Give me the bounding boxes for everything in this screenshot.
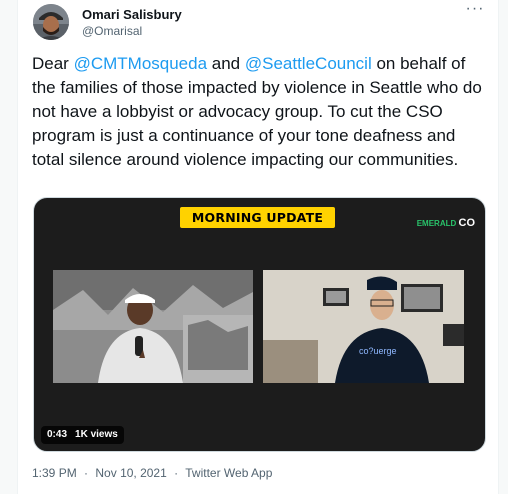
tweet-source[interactable]: Twitter Web App — [185, 466, 272, 480]
host-video-frame — [263, 270, 464, 383]
tweet-text-segment: Dear — [32, 54, 74, 73]
meta-separator: · — [84, 466, 89, 480]
author-handle[interactable]: @Omarisal — [82, 24, 142, 38]
tweet-meta: 1:39 PM · Nov 10, 2021 · Twitter Web App — [32, 466, 272, 480]
tweet-time[interactable]: 1:39 PM — [32, 466, 77, 480]
brand-logo-mark: CO — [458, 217, 476, 229]
brand-logo: EMERALD CO — [417, 217, 475, 229]
video-views: 1K views — [75, 429, 118, 440]
tweet-text-segment: and — [207, 54, 245, 73]
video-panel-guest — [53, 270, 253, 383]
mention-link[interactable]: @CMTMosqueda — [74, 54, 207, 73]
video-player[interactable]: MORNING UPDATE EMERALD CO co?uerge 0:43 … — [33, 197, 486, 452]
author-name[interactable]: Omari Salisbury — [82, 7, 182, 22]
brand-logo-small: EMERALD — [416, 219, 457, 228]
video-duration-badge: 0:43 1K views — [41, 426, 124, 444]
tweet-card: Omari Salisbury @Omarisal ··· Dear @CMTM… — [17, 0, 499, 494]
morning-update-banner: MORNING UPDATE — [180, 207, 335, 228]
guest-video-frame — [53, 270, 253, 383]
meta-separator: · — [174, 466, 179, 480]
video-duration: 0:43 — [47, 429, 68, 440]
more-options-icon[interactable]: ··· — [464, 1, 486, 18]
avatar[interactable] — [33, 4, 69, 40]
tweet-date[interactable]: Nov 10, 2021 — [95, 466, 166, 480]
host-shirt-text: co?uerge — [359, 346, 397, 356]
video-panel-host: co?uerge — [263, 270, 464, 383]
avatar-photo — [33, 4, 69, 40]
mention-link[interactable]: @SeattleCouncil — [245, 54, 372, 73]
tweet-text: Dear @CMTMosqueda and @SeattleCouncil on… — [32, 52, 488, 172]
